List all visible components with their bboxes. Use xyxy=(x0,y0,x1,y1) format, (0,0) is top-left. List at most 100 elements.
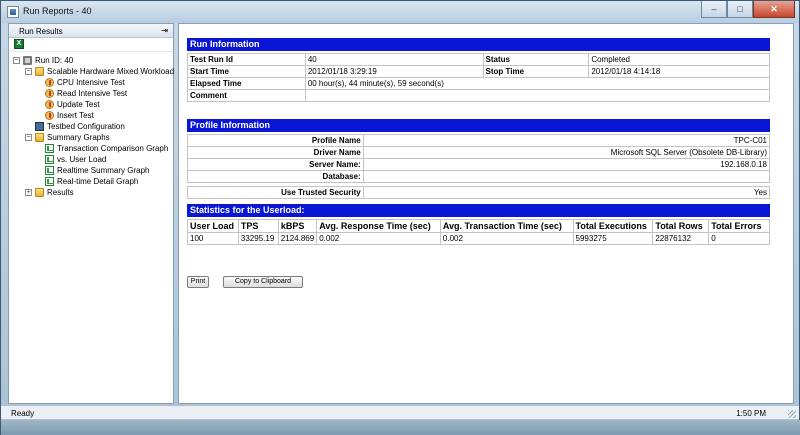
cell-avg-response: 0.002 xyxy=(316,232,441,245)
cell-tps: 33295.19 xyxy=(237,232,279,245)
expand-icon[interactable]: + xyxy=(25,189,32,196)
pin-icon[interactable]: ⇥ xyxy=(161,26,168,35)
cell-avg-transaction: 0.002 xyxy=(439,232,574,245)
col-total-rows: Total Rows xyxy=(652,219,710,233)
print-button[interactable]: Print xyxy=(187,276,209,288)
server-name-label: Server Name: xyxy=(187,158,364,171)
stats-header: Statistics for the Userload: xyxy=(187,204,770,217)
tree-item-label: Summary Graphs xyxy=(47,133,110,142)
cell-user-load: 100 xyxy=(187,232,239,245)
col-avg-transaction: Avg. Transaction Time (sec) xyxy=(439,219,574,233)
col-tps: TPS xyxy=(237,219,279,233)
cell-total-errors: 0 xyxy=(708,232,770,245)
stop-time-label: Stop Time xyxy=(482,65,590,78)
tree-item-label: Read Intensive Test xyxy=(57,89,128,98)
run-icon xyxy=(23,56,32,65)
collapse-icon[interactable]: − xyxy=(25,134,32,141)
collapse-icon[interactable]: − xyxy=(13,57,20,64)
tree-item-read-test[interactable]: Read Intensive Test xyxy=(45,88,127,99)
start-time-value: 2012/01/18 3:29:19 xyxy=(304,65,484,78)
run-results-panel: Run Results ⇥ X − Run ID: 40 − Scalable … xyxy=(8,23,174,404)
tree-item-label: Real-time Detail Graph xyxy=(57,177,139,186)
stats-table: User Load TPS kBPS Avg. Response Time (s… xyxy=(187,219,770,245)
driver-name-value: Microsoft SQL Server (Obsolete DB-Librar… xyxy=(362,146,771,159)
folder-icon xyxy=(35,188,44,197)
driver-name-label: Driver Name xyxy=(187,146,364,159)
config-icon xyxy=(35,122,44,131)
elapsed-time-label: Elapsed Time xyxy=(187,77,306,90)
test-run-id-value: 40 xyxy=(304,53,484,66)
app-window: Run Reports - 40 – □ ✕ Run Results ⇥ X −… xyxy=(0,0,800,435)
profile-info-table: Profile Name TPC-C01 Driver Name Microso… xyxy=(187,134,771,199)
profile-name-value: TPC-C01 xyxy=(362,134,771,147)
cell-total-rows: 22876132 xyxy=(652,232,710,245)
tree-item-update-test[interactable]: Update Test xyxy=(45,99,100,110)
graph-icon xyxy=(45,177,54,186)
resize-grip-icon[interactable] xyxy=(788,410,796,418)
workload-folder-icon xyxy=(35,67,44,76)
test-run-id-label: Test Run Id xyxy=(187,53,306,66)
tree-item-label: CPU Intensive Test xyxy=(57,78,125,87)
col-total-executions: Total Executions xyxy=(572,219,654,233)
test-icon xyxy=(45,89,54,98)
window-title: Run Reports - 40 xyxy=(23,6,92,16)
export-excel-icon[interactable]: X xyxy=(14,39,24,49)
status-time: 1:50 PM xyxy=(736,409,766,418)
graph-icon xyxy=(45,166,54,175)
cell-total-executions: 5993275 xyxy=(572,232,654,245)
tree-item-realtime-detail-graph[interactable]: Real-time Detail Graph xyxy=(45,176,138,187)
server-name-value: 192.168.0.18 xyxy=(362,158,771,171)
tree-item-label: Scalable Hardware Mixed Workload xyxy=(47,67,175,76)
elapsed-time-value: 00 hour(s), 44 minute(s), 59 second(s) xyxy=(304,77,771,90)
tree-item-run-id[interactable]: − Run ID: 40 xyxy=(13,55,73,66)
trusted-security-label: Use Trusted Security xyxy=(187,186,364,199)
app-icon xyxy=(7,6,19,18)
folder-icon xyxy=(35,133,44,142)
status-bar: Ready 1:50 PM xyxy=(1,405,799,419)
test-icon xyxy=(45,78,54,87)
graph-icon xyxy=(45,155,54,164)
tree-item-label: Results xyxy=(47,188,74,197)
close-button[interactable]: ✕ xyxy=(753,1,795,18)
maximize-button[interactable]: □ xyxy=(727,1,753,18)
profile-info-header: Profile Information xyxy=(187,119,770,132)
comment-value xyxy=(304,89,771,102)
tree-item-vs-user-load[interactable]: vs. User Load xyxy=(45,154,106,165)
tree-item-results[interactable]: + Results xyxy=(25,187,74,198)
run-info-header: Run Information xyxy=(187,38,770,51)
profile-name-label: Profile Name xyxy=(187,134,364,147)
status-value: Completed xyxy=(588,53,770,66)
tree-item-insert-test[interactable]: Insert Test xyxy=(45,110,94,121)
desktop-strip xyxy=(1,420,800,435)
comment-label: Comment xyxy=(187,89,306,102)
col-avg-response: Avg. Response Time (sec) xyxy=(316,219,441,233)
tree-item-label: Testbed Configuration xyxy=(47,122,125,131)
collapse-icon[interactable]: − xyxy=(25,68,32,75)
tree-item-summary-graphs[interactable]: − Summary Graphs xyxy=(25,132,110,143)
tree-item-testbed-config[interactable]: Testbed Configuration xyxy=(35,121,125,132)
tree-item-workload[interactable]: − Scalable Hardware Mixed Workload xyxy=(25,66,174,77)
start-time-label: Start Time xyxy=(187,65,306,78)
database-value xyxy=(362,170,771,183)
report-content: Run Information Test Run Id 40 Status Co… xyxy=(178,23,794,404)
cell-kbps: 2124.869 xyxy=(277,232,318,245)
test-icon xyxy=(45,111,54,120)
status-label: Status xyxy=(482,53,590,66)
title-bar[interactable]: Run Reports - 40 – □ ✕ xyxy=(1,1,799,23)
status-text: Ready xyxy=(11,409,35,418)
minimize-button[interactable]: – xyxy=(701,1,727,18)
tree-item-transaction-comparison-graph[interactable]: Transaction Comparison Graph xyxy=(45,143,168,154)
copy-to-clipboard-button[interactable]: Copy to Clipboard xyxy=(223,276,303,288)
tree-item-realtime-summary-graph[interactable]: Realtime Summary Graph xyxy=(45,165,149,176)
table-row: 100 33295.19 2124.869 0.002 0.002 599327… xyxy=(187,232,770,245)
tree-item-label: Realtime Summary Graph xyxy=(57,166,150,175)
col-kbps: kBPS xyxy=(277,219,318,233)
panel-title: Run Results xyxy=(19,27,63,36)
graph-icon xyxy=(45,144,54,153)
tree-item-cpu-test[interactable]: CPU Intensive Test xyxy=(45,77,125,88)
database-label: Database: xyxy=(187,170,364,183)
col-total-errors: Total Errors xyxy=(708,219,770,233)
stats-header-row: User Load TPS kBPS Avg. Response Time (s… xyxy=(187,219,770,233)
tree-item-label: Update Test xyxy=(57,100,100,109)
tree-item-label: Insert Test xyxy=(57,111,94,120)
